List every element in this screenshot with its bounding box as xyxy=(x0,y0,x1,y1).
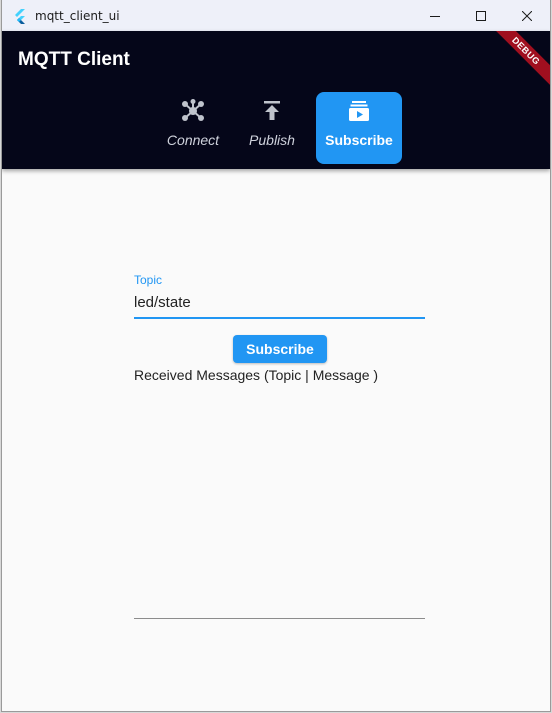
subscribe-page: Topic Subscribe Received Messages (Topic… xyxy=(2,169,550,711)
close-icon xyxy=(522,10,532,21)
received-messages-list[interactable] xyxy=(134,387,425,619)
maximize-icon xyxy=(476,10,486,21)
app-window: mqtt_client_ui MQTT Client DEBUG Connect… xyxy=(1,0,551,712)
app-header: MQTT Client DEBUG Connect Publish Subscr… xyxy=(2,31,550,169)
publish-icon xyxy=(264,101,280,120)
window-title: mqtt_client_ui xyxy=(35,8,120,23)
subscriptions-icon xyxy=(349,101,369,121)
tab-publish[interactable]: Publish xyxy=(243,92,301,164)
nav-tabs: Connect Publish Subscribe xyxy=(2,92,550,164)
tab-subscribe[interactable]: Subscribe xyxy=(316,92,402,164)
minimize-button[interactable] xyxy=(412,0,458,31)
tab-publish-label: Publish xyxy=(249,132,295,148)
tab-connect[interactable]: Connect xyxy=(162,92,224,164)
flutter-logo-icon xyxy=(15,8,25,24)
debug-banner: DEBUG xyxy=(485,31,550,92)
hub-icon xyxy=(182,99,204,121)
subscribe-button[interactable]: Subscribe xyxy=(233,335,327,363)
topic-label: Topic xyxy=(134,273,163,287)
tab-subscribe-label: Subscribe xyxy=(325,132,393,148)
minimize-icon xyxy=(430,15,440,17)
topic-field[interactable]: Topic xyxy=(134,273,425,319)
close-button[interactable] xyxy=(504,0,550,31)
topic-input[interactable] xyxy=(134,290,425,314)
app-title: MQTT Client xyxy=(18,49,130,70)
tab-connect-label: Connect xyxy=(166,132,220,148)
topic-underline xyxy=(134,317,425,319)
window-titlebar[interactable]: mqtt_client_ui xyxy=(2,0,550,31)
maximize-button[interactable] xyxy=(458,0,504,31)
received-messages-label: Received Messages (Topic | Message ) xyxy=(134,367,379,383)
